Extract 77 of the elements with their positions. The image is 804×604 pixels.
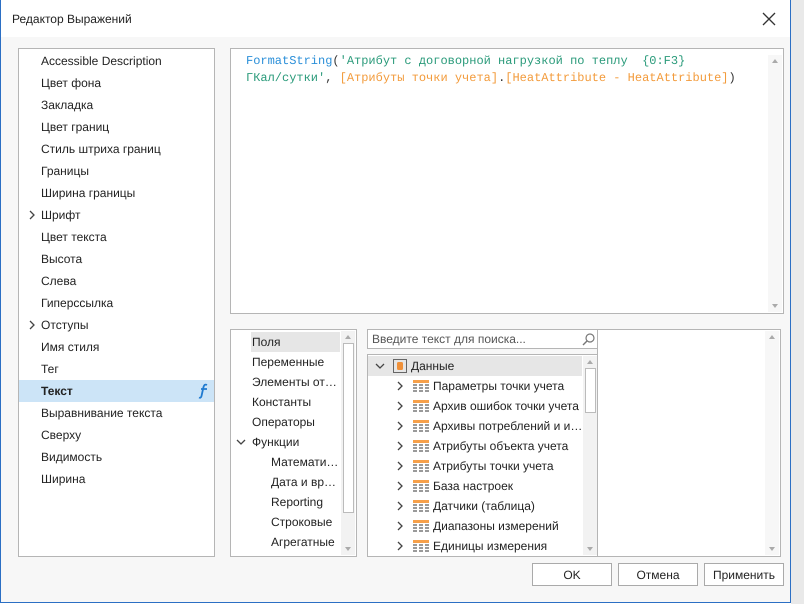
- chevron-right-icon[interactable]: [394, 540, 404, 552]
- property-item[interactable]: Тег: [19, 358, 214, 380]
- property-item[interactable]: Текст: [19, 380, 214, 402]
- table-icon: [413, 460, 429, 472]
- property-item[interactable]: Цвет границ: [19, 116, 214, 138]
- chevron-right-icon[interactable]: [27, 209, 37, 221]
- table-icon: [413, 400, 429, 412]
- table-icon: [413, 440, 429, 452]
- property-item[interactable]: Ширина границы: [19, 182, 214, 204]
- category-item[interactable]: Агрегатные: [251, 532, 340, 552]
- code-line: FormatString('Атрибут с договорной нагрузкой по теплу {0:F3}: [246, 54, 686, 69]
- property-item[interactable]: Видимость: [19, 446, 214, 468]
- property-item[interactable]: Шрифт: [19, 204, 214, 226]
- tree-item[interactable]: Атрибуты объекта учета: [368, 436, 582, 456]
- search-icon[interactable]: [582, 332, 596, 346]
- scrollbar[interactable]: [341, 331, 355, 555]
- tree-item[interactable]: Архивы потреблений и и…: [368, 416, 582, 436]
- search-field[interactable]: Введите текст для поиска...: [367, 329, 600, 349]
- category-item[interactable]: Переменные: [251, 352, 340, 372]
- category-item[interactable]: Функции: [251, 432, 340, 452]
- property-item[interactable]: Цвет фона: [19, 72, 214, 94]
- table-icon: [413, 380, 429, 392]
- window-title: Редактор Выражений: [12, 12, 132, 26]
- close-icon[interactable]: [762, 12, 776, 26]
- property-item[interactable]: Выравнивание текста: [19, 402, 214, 424]
- property-item[interactable]: Отступы: [19, 314, 214, 336]
- chevron-right-icon[interactable]: [394, 460, 404, 472]
- tree-item[interactable]: Архив ошибок точки учета: [368, 396, 582, 416]
- table-icon: [413, 540, 429, 552]
- category-item[interactable]: Математи…: [251, 452, 340, 472]
- property-item[interactable]: Стиль штриха границ: [19, 138, 214, 160]
- table-icon: [413, 520, 429, 532]
- property-item[interactable]: Имя стиля: [19, 336, 214, 358]
- chevron-right-icon[interactable]: [394, 500, 404, 512]
- tree-item[interactable]: Атрибуты точки учета: [368, 456, 582, 476]
- tree-item[interactable]: Диапазоны измерений: [368, 516, 582, 536]
- category-item[interactable]: Константы: [251, 392, 340, 412]
- expression-editor[interactable]: FormatString('Атрибут с договорной нагрузкой по теплу {0:F3} ГКал/сутки', [Атрибуты точки учета].[HeatAttribute - HeatAttribute]): [230, 48, 784, 314]
- table-icon: [413, 480, 429, 492]
- chevron-right-icon[interactable]: [394, 400, 404, 412]
- property-item[interactable]: Цвет текста: [19, 226, 214, 248]
- dialog-button[interactable]: Применить: [704, 563, 784, 586]
- tree-item[interactable]: Единицы измерения: [368, 536, 582, 556]
- dialog-button[interactable]: OK: [532, 563, 612, 586]
- chevron-right-icon[interactable]: [394, 520, 404, 532]
- property-item[interactable]: Границы: [19, 160, 214, 182]
- category-item[interactable]: Поля: [251, 332, 340, 352]
- tree-item[interactable]: Параметры точки учета: [368, 376, 582, 396]
- function-icon: [198, 383, 208, 399]
- category-item[interactable]: Строковые: [251, 512, 340, 532]
- property-item[interactable]: Слева: [19, 270, 214, 292]
- category-item[interactable]: Дата и вр…: [251, 472, 340, 492]
- property-item[interactable]: Ширина: [19, 468, 214, 490]
- category-item[interactable]: Операторы: [251, 412, 340, 432]
- scrollbar-thumb[interactable]: [584, 368, 596, 413]
- property-item[interactable]: Закладка: [19, 94, 214, 116]
- chevron-right-icon[interactable]: [27, 319, 37, 331]
- property-item[interactable]: Сверху: [19, 424, 214, 446]
- tree-item[interactable]: Данные: [368, 356, 582, 376]
- tree-item[interactable]: Датчики (таблица): [368, 496, 582, 516]
- scrollbar-thumb[interactable]: [342, 343, 354, 513]
- table-icon: [413, 420, 429, 432]
- category-item[interactable]: Элементы от…: [251, 372, 340, 392]
- code-line: ГКал/сутки', [Атрибуты точки учета].[HeatAttribute - HeatAttribute]): [246, 71, 737, 86]
- property-item[interactable]: Гиперссылка: [19, 292, 214, 314]
- table-icon: [413, 500, 429, 512]
- chevron-right-icon[interactable]: [394, 380, 404, 392]
- property-item[interactable]: Accessible Description: [19, 50, 214, 72]
- category-item[interactable]: Reporting: [251, 492, 340, 512]
- tree-item[interactable]: База настроек: [368, 476, 582, 496]
- chevron-right-icon[interactable]: [394, 440, 404, 452]
- chevron-right-icon[interactable]: [394, 480, 404, 492]
- database-icon: [393, 359, 407, 373]
- dialog-button[interactable]: Отмена: [618, 563, 698, 586]
- property-item[interactable]: Высота: [19, 248, 214, 270]
- scrollbar[interactable]: [583, 356, 598, 555]
- chevron-right-icon[interactable]: [394, 420, 404, 432]
